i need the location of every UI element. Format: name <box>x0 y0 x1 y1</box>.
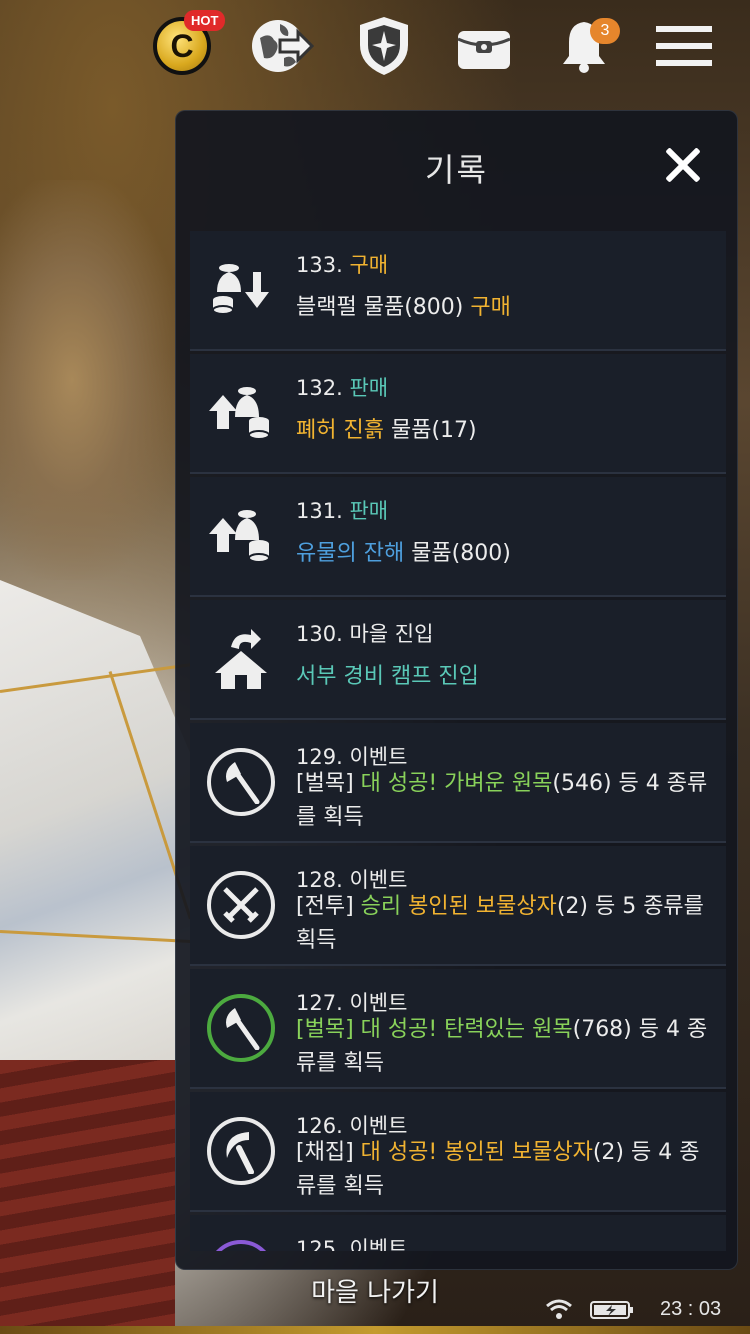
record-row[interactable]: 126. 이벤트 [채집] 대 성공! 봉인된 보물상자(2) 등 4 종류를 획… <box>190 1092 726 1212</box>
record-type: 이벤트 <box>349 745 408 769</box>
record-detail: 서부 경비 캠프 진입 <box>296 660 716 694</box>
village-enter-icon <box>204 622 278 696</box>
record-detail-segment: 유물의 잔해 <box>296 541 405 566</box>
record-detail-segment: 서부 경비 캠프 진입 <box>296 664 479 689</box>
record-number: 126. <box>296 1114 350 1138</box>
record-number: 130. <box>296 622 350 646</box>
record-detail-segment: [전투] <box>296 894 361 919</box>
record-detail: [채집] 대 성공! 봉인된 보물상자(2) 등 4 종류를 획득 <box>296 1136 716 1204</box>
menu-button[interactable] <box>652 14 716 78</box>
record-row[interactable]: 131. 판매유물의 잔해 물품(800) <box>190 477 726 597</box>
wifi-icon <box>546 1299 572 1319</box>
record-detail: 블랙펄 물품(800) 구매 <box>296 291 716 325</box>
record-detail-segment: 물품(800) <box>404 541 511 566</box>
record-type: 판매 <box>349 499 389 523</box>
record-row[interactable]: 130. 마을 진입서부 경비 캠프 진입 <box>190 600 726 720</box>
record-header: 125. 이벤트 <box>296 1233 407 1251</box>
record-detail: 유물의 잔해 물품(800) <box>296 537 716 571</box>
inventory-button[interactable] <box>452 14 516 78</box>
record-type: 마을 진입 <box>349 622 434 646</box>
record-type: 이벤트 <box>349 1114 408 1138</box>
record-number: 127. <box>296 991 350 1015</box>
record-type: 구매 <box>349 253 389 277</box>
battery-icon <box>590 1301 633 1319</box>
buy-icon <box>204 253 278 327</box>
record-number: 128. <box>296 868 350 892</box>
record-row[interactable]: 128. 이벤트 [전투] 승리 봉인된 보물상자(2) 등 5 종류를 획득 <box>190 846 726 966</box>
notification-count-badge: 3 <box>590 18 620 44</box>
notifications-button[interactable]: 3 <box>552 14 620 78</box>
record-detail-segment: 승리 <box>360 894 409 919</box>
event-icon <box>204 1237 278 1251</box>
panel-title: 기록 <box>425 151 488 189</box>
record-detail-segment: 블랙펄 물품(800) <box>296 295 471 320</box>
record-detail-segment: [벌목] 대 성공! 탄력있는 원목 <box>296 1017 573 1042</box>
record-detail-segment: 폐허 진흙 <box>296 418 384 443</box>
record-detail-segment: 물품(17) <box>383 418 477 443</box>
clock-time: 23 : 03 <box>660 1298 722 1320</box>
record-type: 판매 <box>349 376 389 400</box>
guild-button[interactable] <box>352 14 416 78</box>
shield-icon <box>360 17 408 75</box>
bottom-decor-strip <box>0 1326 750 1334</box>
sell-icon <box>204 499 278 573</box>
record-row[interactable]: 133. 구매 블랙펄 물품(800) 구매 <box>190 231 726 351</box>
record-row[interactable]: 125. 이벤트 <box>190 1215 726 1251</box>
record-row[interactable]: 129. 이벤트 [벌목] 대 성공! 가벼운 원목(546) 등 4 종류를 획… <box>190 723 726 843</box>
hamburger-menu-icon <box>656 26 712 66</box>
record-detail-segment: 대 성공! 가벼운 원목 <box>360 771 553 796</box>
close-button[interactable] <box>662 145 702 185</box>
record-header: 130. 마을 진입 <box>296 618 433 648</box>
record-number: 131. <box>296 499 350 523</box>
record-detail: [벌목] 대 성공! 가벼운 원목(546) 등 4 종류를 획득 <box>296 767 716 835</box>
record-list[interactable]: 133. 구매 블랙펄 물품(800) 구매 132. 판매 폐허 진흙 물품(17)… <box>190 231 726 1251</box>
background-road <box>0 180 180 580</box>
record-panel: 기록 133. 구매 블랙펄 물품(800) 구매 132. 판매 폐허 진흙 물품(… <box>175 110 738 1270</box>
record-header: 131. 판매 <box>296 495 388 525</box>
world-travel-button[interactable] <box>250 14 314 78</box>
record-detail: [전투] 승리 봉인된 보물상자(2) 등 5 종류를 획득 <box>296 890 716 958</box>
currency-shop-button[interactable]: C HOT <box>150 10 226 78</box>
record-header: 133. 구매 <box>296 249 388 279</box>
record-row[interactable]: 132. 판매폐허 진흙 물품(17) <box>190 354 726 474</box>
axe-icon <box>204 745 278 819</box>
hot-badge: HOT <box>184 10 226 31</box>
globe-arrow-icon <box>252 20 314 72</box>
record-detail: 폐허 진흙 물품(17) <box>296 414 716 448</box>
record-detail-segment: 구매 <box>470 295 511 320</box>
record-detail-segment: [채집] <box>296 1140 361 1165</box>
axe-green-icon <box>204 991 278 1065</box>
sickle-icon <box>204 1114 278 1188</box>
record-type: 이벤트 <box>349 991 408 1015</box>
record-detail-segment: 대 성공! 봉인된 보물상자 <box>360 1140 593 1165</box>
record-number: 129. <box>296 745 350 769</box>
record-detail: [벌목] 대 성공! 탄력있는 원목(768) 등 4 종류를 획득 <box>296 1013 716 1081</box>
bag-icon <box>457 31 511 69</box>
record-row[interactable]: 127. 이벤트 [벌목] 대 성공! 탄력있는 원목(768) 등 4 종류를 … <box>190 969 726 1089</box>
panel-header: 기록 <box>176 111 737 223</box>
record-header: 132. 판매 <box>296 372 388 402</box>
crossed-swords-icon <box>204 868 278 942</box>
record-number: 133. <box>296 253 350 277</box>
record-detail-segment: [벌목] <box>296 771 361 796</box>
record-type: 이벤트 <box>349 868 408 892</box>
exit-village-button[interactable]: 마을 나가기 <box>0 1272 750 1309</box>
record-number: 132. <box>296 376 350 400</box>
record-detail-segment: 봉인된 보물상자 <box>408 894 557 919</box>
record-type: 이벤트 <box>349 1237 408 1251</box>
sell-icon <box>204 376 278 450</box>
top-bar: C HOT 3 <box>0 0 750 96</box>
record-number: 125. <box>296 1237 350 1251</box>
